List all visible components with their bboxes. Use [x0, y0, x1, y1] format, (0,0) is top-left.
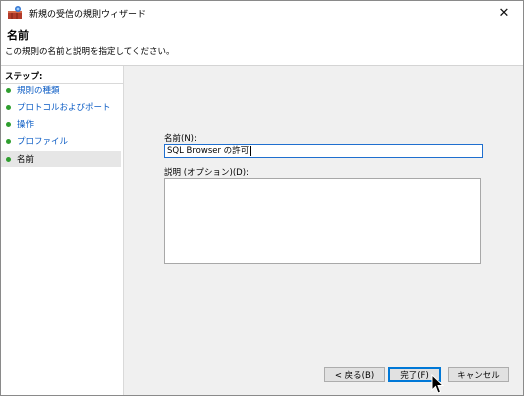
page-subtitle: この規則の名前と説明を指定してください。	[5, 47, 175, 57]
window-title: 新規の受信の規則ウィザード	[29, 9, 147, 20]
name-label: 名前(N):	[164, 134, 197, 144]
description-textarea[interactable]	[164, 178, 481, 264]
page-title: 名前	[7, 29, 29, 42]
close-button[interactable]: ✕	[485, 1, 523, 25]
close-icon[interactable]: ✕	[499, 6, 510, 21]
step-label[interactable]: 規則の種類	[17, 84, 60, 96]
text-caret	[250, 145, 252, 156]
steps-panel: ステップ: 規則の種類 プロトコルおよびポート 操作 プロファイル 名前	[1, 66, 125, 395]
step-bullet-icon	[6, 156, 11, 162]
firewall-icon	[8, 6, 22, 19]
wizard-window: 新規の受信の規則ウィザード ✕ 名前 この規則の名前と説明を指定してください。 …	[0, 0, 524, 396]
wizard-header: 名前 この規則の名前と説明を指定してください。	[1, 25, 523, 66]
step-label[interactable]: プロファイル	[17, 135, 68, 147]
step-profile[interactable]: プロファイル	[1, 133, 121, 149]
step-protocol-and-ports[interactable]: プロトコルおよびポート	[1, 99, 121, 115]
step-bullet-icon	[6, 104, 11, 110]
title-bar: 新規の受信の規則ウィザード ✕	[1, 1, 523, 25]
mouse-pointer-icon	[431, 374, 445, 394]
cancel-button[interactable]: キャンセル	[448, 367, 509, 382]
step-label[interactable]: 操作	[17, 118, 34, 130]
step-bullet-icon	[6, 87, 11, 93]
name-input-value[interactable]: SQL Browser の許可	[167, 146, 249, 156]
step-label: 名前	[17, 155, 35, 165]
name-input[interactable]: SQL Browser の許可	[164, 144, 483, 158]
step-name: 名前	[1, 151, 121, 167]
step-bullet-icon	[6, 138, 11, 144]
step-action[interactable]: 操作	[1, 116, 121, 132]
steps-title: ステップ:	[1, 72, 125, 84]
step-rule-type[interactable]: 規則の種類	[1, 82, 121, 98]
step-bullet-icon	[6, 121, 11, 127]
description-label: 説明 (オプション)(D):	[164, 168, 249, 178]
step-label[interactable]: プロトコルおよびポート	[17, 101, 111, 113]
back-button[interactable]: < 戻る(B)	[324, 367, 385, 382]
